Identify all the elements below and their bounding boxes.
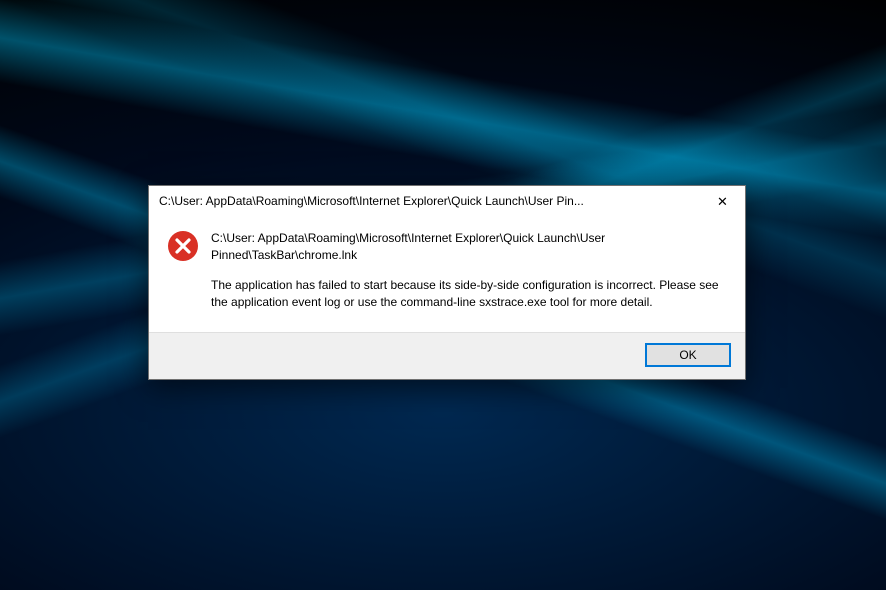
message-path: C:\User: AppData\Roaming\Microsoft\Inter… (211, 230, 723, 263)
ok-button[interactable]: OK (645, 343, 731, 367)
button-row: OK (149, 332, 745, 379)
window-title: C:\User: AppData\Roaming\Microsoft\Inter… (159, 194, 700, 208)
dialog-content: C:\User: AppData\Roaming\Microsoft\Inter… (149, 216, 745, 332)
error-icon (167, 230, 199, 310)
error-dialog: C:\User: AppData\Roaming\Microsoft\Inter… (148, 185, 746, 380)
close-button[interactable]: ✕ (700, 186, 745, 216)
message-column: C:\User: AppData\Roaming\Microsoft\Inter… (211, 230, 723, 310)
message-body: The application has failed to start beca… (211, 277, 723, 310)
titlebar[interactable]: C:\User: AppData\Roaming\Microsoft\Inter… (149, 186, 745, 216)
close-icon: ✕ (717, 195, 728, 208)
